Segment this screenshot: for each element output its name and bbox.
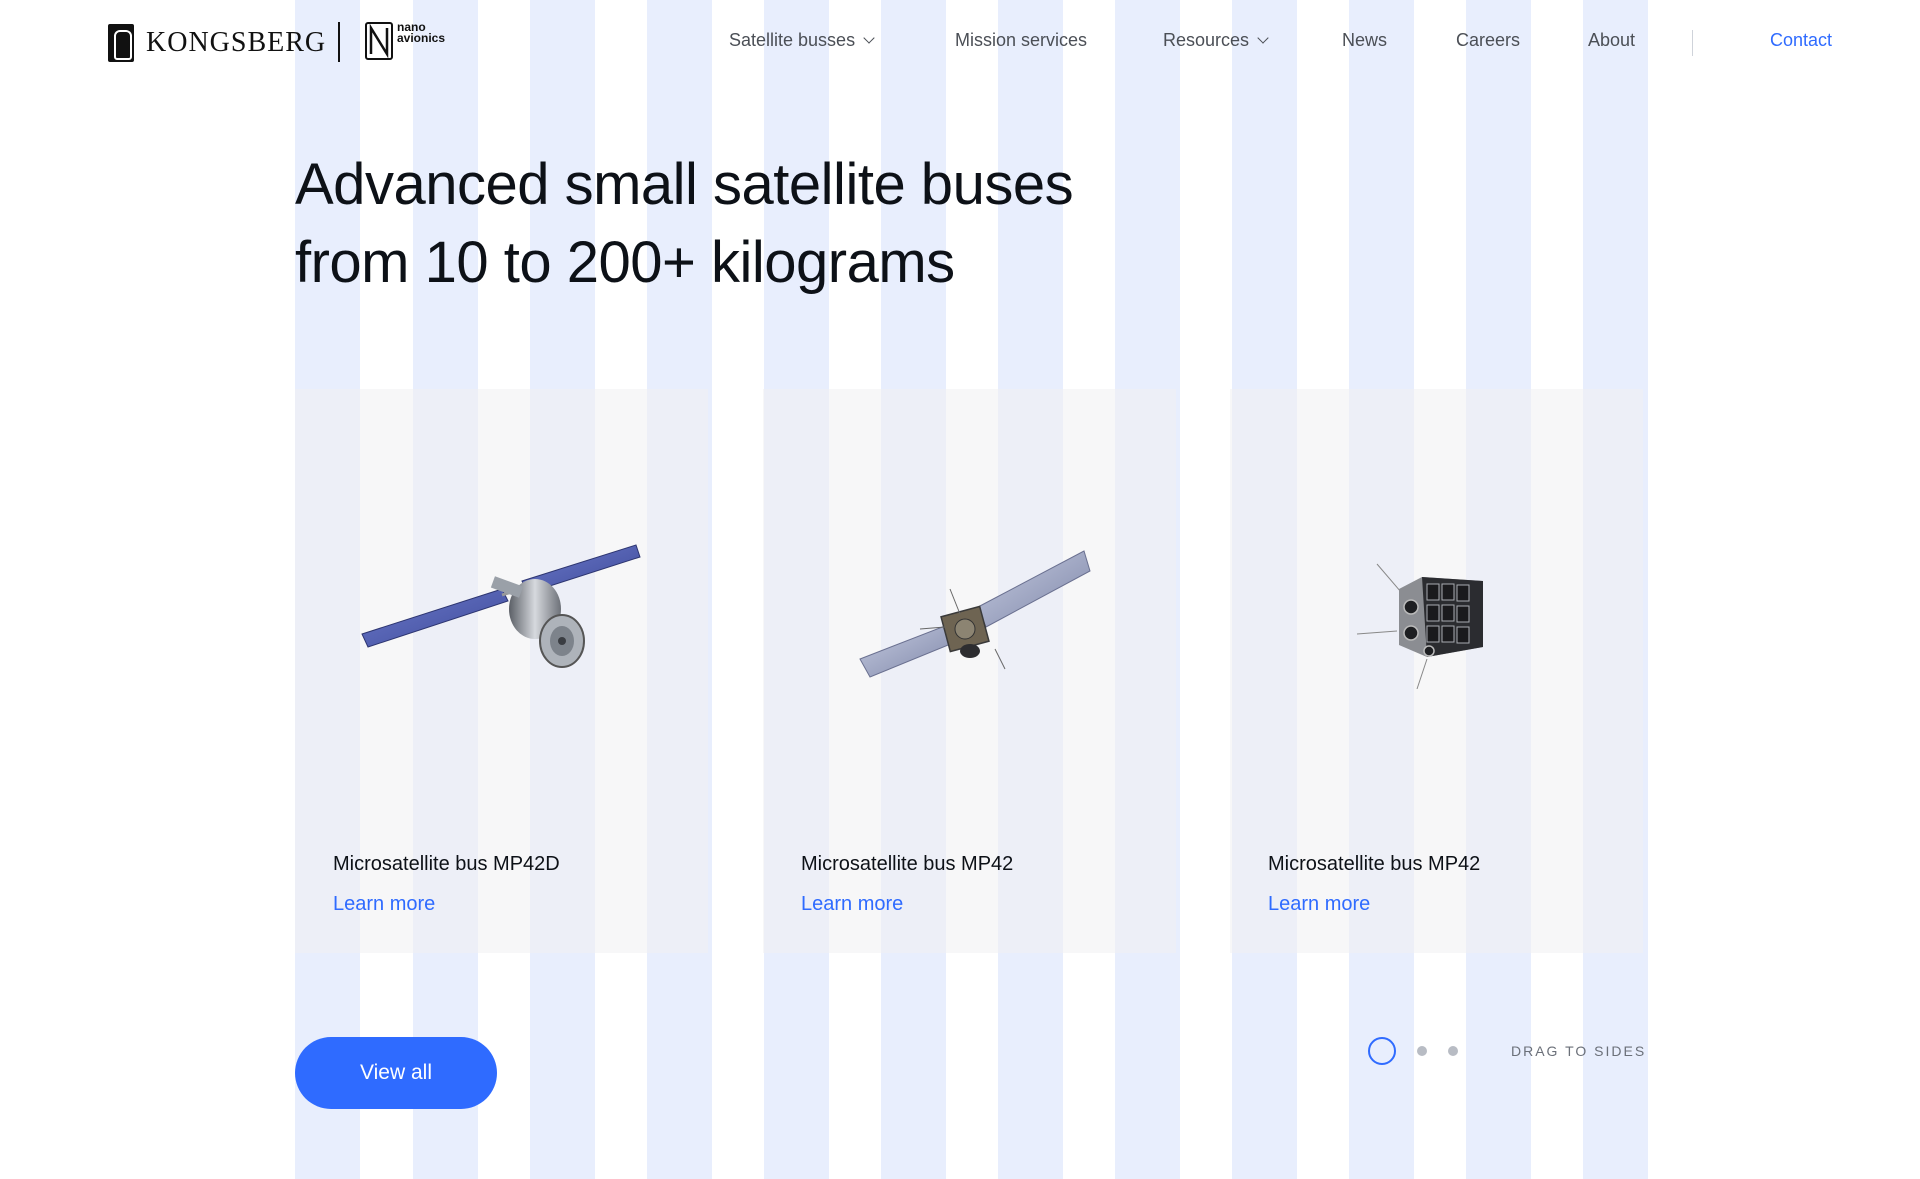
headline-line: Advanced small satellite buses [295, 152, 1074, 217]
nav-label: Contact [1770, 30, 1833, 50]
nav-label: Satellite busses [729, 30, 856, 50]
chevron-down-icon [1257, 32, 1269, 44]
product-card[interactable]: Microsatellite bus MP42 Learn more [1230, 389, 1643, 953]
site-header: KONGSBERG nano avionics Satellite busses… [0, 0, 1920, 88]
learn-more-link[interactable]: Learn more [1268, 893, 1370, 916]
cubesat-icon [1230, 469, 1643, 749]
satellite-dish-icon [295, 469, 708, 749]
nav-resources[interactable]: Resources [1163, 30, 1269, 51]
drag-hint: DRAG TO SIDES [1511, 1043, 1647, 1059]
main-nav: Satellite busses Mission services Resour… [0, 30, 1920, 60]
nav-label: Mission services [955, 30, 1088, 50]
headline-line: from 10 to 200+ kilograms [295, 230, 955, 295]
nav-separator [1692, 30, 1693, 56]
satellite-panel-icon [763, 469, 1176, 749]
chevron-down-icon [863, 32, 875, 44]
view-all-button[interactable]: View all [295, 1037, 497, 1109]
card-title: Microsatellite bus MP42D [333, 853, 560, 875]
carousel-dot[interactable] [1417, 1046, 1427, 1056]
card-title: Microsatellite bus MP42 [801, 853, 1014, 875]
nav-label: Careers [1456, 30, 1521, 50]
nav-careers[interactable]: Careers [1456, 30, 1520, 51]
card-title: Microsatellite bus MP42 [1268, 853, 1481, 875]
learn-more-link[interactable]: Learn more [333, 893, 435, 916]
carousel-pagination [1368, 1037, 1479, 1065]
carousel-dot[interactable] [1448, 1046, 1458, 1056]
page-title: Advanced small satellite buses from 10 t… [295, 146, 1195, 302]
product-card[interactable]: Microsatellite bus MP42D Learn more [295, 389, 708, 953]
carousel-dot-active[interactable] [1368, 1037, 1396, 1065]
nav-about[interactable]: About [1588, 30, 1635, 51]
product-card[interactable]: Microsatellite bus MP42 Learn more [763, 389, 1176, 953]
learn-more-link[interactable]: Learn more [801, 893, 903, 916]
nav-label: About [1588, 30, 1636, 50]
nav-mission-services[interactable]: Mission services [955, 30, 1087, 51]
nav-news[interactable]: News [1342, 30, 1387, 51]
nav-label: News [1342, 30, 1388, 50]
nav-label: Resources [1163, 30, 1250, 50]
nav-contact[interactable]: Contact [1770, 30, 1832, 51]
nav-satellite-busses[interactable]: Satellite busses [729, 30, 875, 51]
